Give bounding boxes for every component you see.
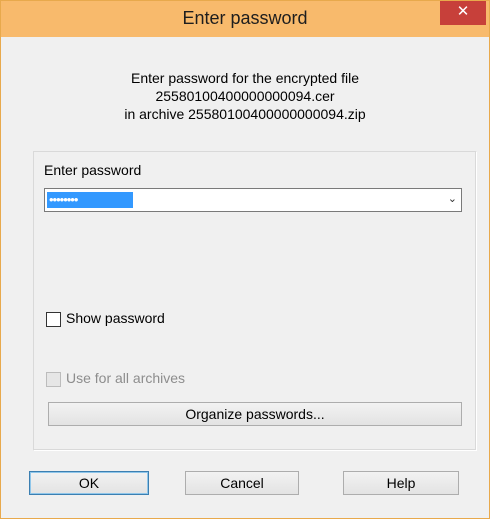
show-password-checkbox[interactable] [46,312,61,327]
password-label: Enter password [44,162,142,178]
info-text: Enter password for the encrypted file 25… [9,69,481,123]
password-input[interactable]: •••••••• [47,192,133,208]
use-for-all-archives-checkbox [46,372,61,387]
use-for-all-archives-label: Use for all archives [66,370,186,386]
dialog-body: Enter password for the encrypted file 25… [9,37,481,510]
password-dialog: Enter password ✕ Enter password for the … [0,0,490,519]
cancel-button[interactable]: Cancel [185,471,299,495]
info-line-1: Enter password for the encrypted file [130,70,359,86]
chevron-down-icon[interactable]: ⌄ [448,192,457,205]
close-icon: ✕ [456,3,470,20]
close-button[interactable]: ✕ [440,1,486,25]
show-password-label[interactable]: Show password [66,310,165,326]
dialog-title: Enter password [182,8,308,28]
help-button[interactable]: Help [343,471,459,495]
ok-button[interactable]: OK [29,471,149,495]
info-line-3: in archive 25580100400000000094.zip [124,106,366,122]
organize-passwords-button[interactable]: Organize passwords... [48,402,462,426]
password-group: Enter password •••••••• ⌄ Show password … [33,151,477,451]
info-line-2: 25580100400000000094.cer [155,88,335,104]
password-combobox[interactable]: •••••••• ⌄ [44,188,462,212]
title-bar[interactable]: Enter password ✕ [1,1,489,37]
